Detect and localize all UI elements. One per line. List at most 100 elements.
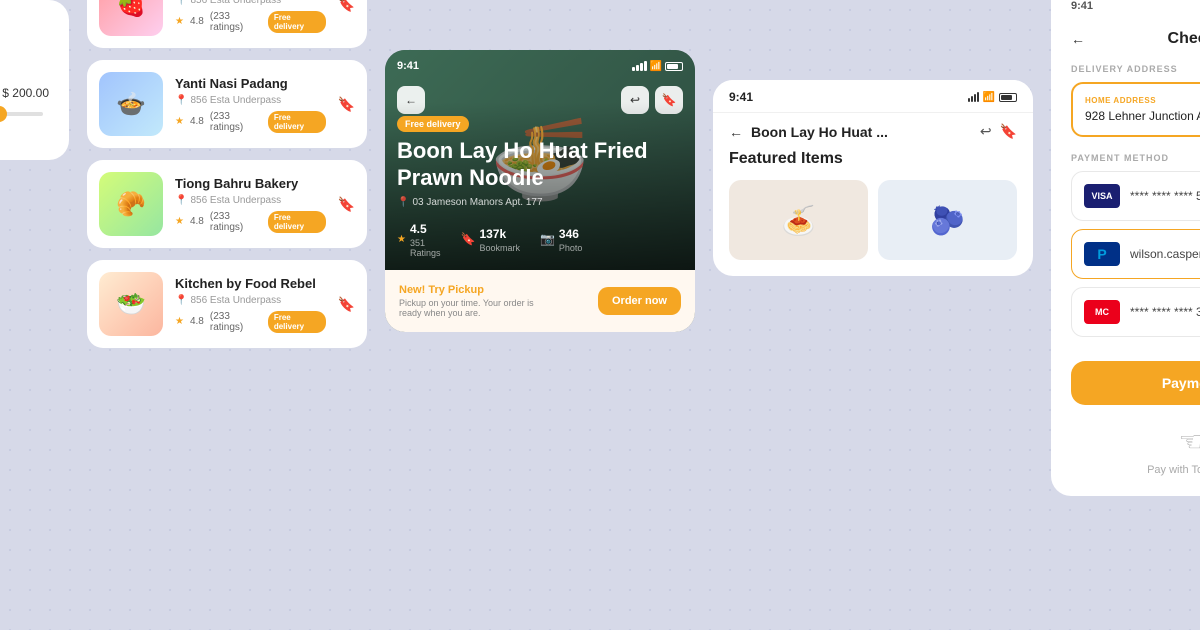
mobile-panel: 9:41 📶 ← Boon Lay Ho Huat ... ↩ 🔖 [713, 80, 1033, 276]
restaurant-meta: ★ 4.8 (233 ratings) Free delivery [175, 111, 326, 133]
delivery-address-label: DELIVERY ADDRESS [1071, 64, 1200, 74]
star-icon: ★ [175, 316, 184, 327]
hero-panel: 🍜 9:41 📶 ← [385, 50, 695, 332]
payment-method-label: PAYMENT METHOD [1071, 153, 1200, 163]
bookmark-icon[interactable]: 🔖 [1000, 123, 1017, 140]
hero-stat-bookmark: 🔖 137k Bookmark [460, 220, 519, 258]
hero-card: 🍜 9:41 📶 ← [385, 50, 695, 332]
mobile-restaurant-title: Boon Lay Ho Huat ... [751, 124, 972, 140]
price-slider[interactable] [0, 112, 43, 116]
hero-image: 🍜 9:41 📶 ← [385, 50, 695, 270]
restaurant-address: 📍 856 Esta Underpass [175, 0, 326, 6]
restaurant-address: 📍 856 Esta Underpass [175, 95, 326, 106]
restaurant-meta: ★ 4.8 (233 ratings) Free delivery [175, 311, 326, 333]
location-icon: 📍 [175, 0, 187, 6]
visa-card-number: **** **** **** 5967 [1130, 189, 1200, 203]
paypal-icon: P [1084, 242, 1120, 266]
mobile-time: 9:41 [729, 90, 753, 104]
star-icon: ★ [397, 234, 406, 245]
mobile-body: Featured Items 🍝 🫐 [713, 150, 1033, 276]
hero-location: 📍 03 Jameson Manors Apt. 177 [397, 197, 683, 208]
free-delivery-badge: Free delivery [268, 11, 326, 33]
restaurant-address: 📍 856 Esta Underpass [175, 295, 326, 306]
hero-stat-rating: ★ 4.5 351 Ratings [397, 220, 440, 258]
hero-bottom-bar: New! Try Pickup Pickup on your time. You… [385, 270, 695, 332]
featured-items-grid: 🍝 🫐 [729, 180, 1017, 260]
checkout-time: 9:41 [1071, 0, 1093, 12]
wifi-icon: 📶 [983, 92, 995, 103]
mobile-nav-bar: ← Boon Lay Ho Huat ... ↩ 🔖 [713, 113, 1033, 150]
location-pin-icon: 📍 [397, 197, 409, 208]
pickup-title: New! Try Pickup [399, 284, 534, 296]
free-delivery-badge: Free delivery [268, 311, 326, 333]
hero-nav-overlay: Free delivery Boon Lay Ho Huat Fried Pra… [385, 102, 695, 270]
restaurant-info-club-street: Club Street 📍 856 Esta Underpass ★ 4.8 (… [175, 0, 326, 33]
bookmark-icon[interactable]: 🔖 [338, 296, 355, 313]
restaurant-meta: ★ 4.8 (233 ratings) Free delivery [175, 11, 326, 33]
photo-stat-icon: 📷 [540, 232, 555, 246]
filter-panel: CATEGORIES Alcohol Served PRICE $ 0.00 $… [0, 0, 69, 160]
touch-id-section[interactable]: ☜ Pay with Touch ID [1071, 417, 1200, 476]
hero-time: 9:41 [397, 60, 419, 72]
payment-method-mastercard[interactable]: MC **** **** **** 3461 [1071, 287, 1200, 337]
location-icon: 📍 [175, 95, 187, 106]
price-max: $ 200.00 [2, 86, 49, 100]
restaurant-card-tiong[interactable]: 🥐 Tiong Bahru Bakery 📍 856 Esta Underpas… [87, 160, 367, 248]
restaurant-name: Tiong Bahru Bakery [175, 176, 326, 191]
restaurant-list-panel: 🍓 Club Street 📍 856 Esta Underpass ★ 4.8… [87, 0, 367, 348]
share-icon[interactable]: ↩ [980, 123, 992, 140]
address-box[interactable]: HOME ADDRESS 928 Lehner Junction Apt. 04… [1071, 82, 1200, 137]
restaurant-info-kitchen: Kitchen by Food Rebel 📍 856 Esta Underpa… [175, 276, 326, 333]
status-icons: 📶 [632, 61, 683, 72]
location-icon: 📍 [175, 195, 187, 206]
checkout-header: ← Checkout [1071, 30, 1200, 48]
battery-icon [665, 62, 683, 71]
touch-id-label: Pay with Touch ID [1147, 464, 1200, 476]
address-type-label: HOME ADDRESS [1085, 96, 1200, 105]
star-icon: ★ [175, 16, 184, 27]
featured-item-1[interactable]: 🍝 [729, 180, 868, 260]
bookmark-icon[interactable]: 🔖 [338, 0, 355, 13]
category-label: CATEGORIES [0, 20, 49, 31]
mobile-action-buttons: ↩ 🔖 [980, 123, 1017, 140]
checkout-card: 9:41 📶 ← Checkout DELIVERY ADDRESS [1051, 0, 1200, 496]
location-icon: 📍 [175, 295, 187, 306]
fingerprint-icon: ☜ [1178, 425, 1200, 458]
payment-method-paypal[interactable]: P wilson.casper@bernice.info ✓ [1071, 229, 1200, 279]
free-delivery-badge: Free delivery [268, 211, 326, 233]
order-now-button[interactable]: Order now [598, 287, 681, 315]
bookmark-icon[interactable]: 🔖 [338, 196, 355, 213]
free-delivery-badge: Free delivery [268, 111, 326, 133]
restaurant-card-club-street[interactable]: 🍓 Club Street 📍 856 Esta Underpass ★ 4.8… [87, 0, 367, 48]
slider-thumb-right[interactable] [0, 106, 7, 122]
payment-button[interactable]: Payment [1071, 361, 1200, 405]
mobile-status-icons: 📶 [968, 92, 1017, 103]
mastercard-number: **** **** **** 3461 [1130, 305, 1200, 319]
wifi-icon: 📶 [650, 61, 662, 72]
visa-icon: VISA [1084, 184, 1120, 208]
pickup-info: New! Try Pickup Pickup on your time. You… [399, 284, 534, 318]
restaurant-card-kitchen[interactable]: 🥗 Kitchen by Food Rebel 📍 856 Esta Under… [87, 260, 367, 348]
restaurant-image-kitchen: 🥗 [99, 272, 163, 336]
signal-icon [632, 61, 647, 71]
restaurant-image-club-street: 🍓 [99, 0, 163, 36]
price-label: PRICE [0, 68, 49, 78]
restaurant-name: Yanti Nasi Padang [175, 76, 326, 91]
featured-items-title: Featured Items [729, 150, 1017, 168]
checkout-back-button[interactable]: ← [1071, 31, 1085, 47]
bookmark-icon-active[interactable]: 🔖 [338, 96, 355, 113]
hero-restaurant-title: Boon Lay Ho Huat Fried Prawn Noodle [397, 138, 683, 191]
free-delivery-tag: Free delivery [397, 116, 469, 132]
restaurant-address: 📍 856 Esta Underpass [175, 195, 326, 206]
star-icon: ★ [175, 116, 184, 127]
featured-item-2[interactable]: 🫐 [878, 180, 1017, 260]
paypal-email: wilson.casper@bernice.info [1130, 247, 1200, 261]
mobile-back-button[interactable]: ← [729, 124, 743, 140]
restaurant-name: Kitchen by Food Rebel [175, 276, 326, 291]
star-icon: ★ [175, 216, 184, 227]
mobile-card: 9:41 📶 ← Boon Lay Ho Huat ... ↩ 🔖 [713, 80, 1033, 276]
restaurant-info-tiong: Tiong Bahru Bakery 📍 856 Esta Underpass … [175, 176, 326, 233]
checkout-title: Checkout [1097, 30, 1200, 48]
payment-method-visa[interactable]: VISA **** **** **** 5967 [1071, 171, 1200, 221]
restaurant-card-yanti[interactable]: 🍲 Yanti Nasi Padang 📍 856 Esta Underpass… [87, 60, 367, 148]
